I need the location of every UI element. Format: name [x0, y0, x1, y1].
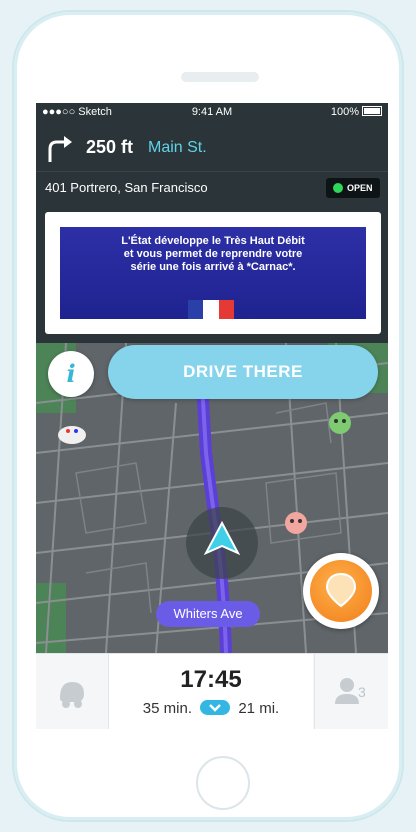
battery-icon: [362, 106, 382, 116]
trip-duration: 35 min.: [142, 700, 192, 717]
current-street-label: Whiters Ave: [156, 601, 260, 627]
battery-indicator: 100%: [331, 106, 382, 118]
report-icon: [310, 560, 372, 622]
destination-bar: 401 Portrero, San Francisco OPEN: [36, 171, 388, 204]
eta-time: 17:45: [180, 666, 242, 693]
battery-label: 100%: [330, 106, 359, 118]
open-dot-icon: [333, 183, 343, 193]
turn-instruction-bar[interactable]: 250 ft Main St.: [36, 121, 388, 171]
nearby-users-button[interactable]: 3: [314, 654, 388, 729]
trip-distance: 21 mi.: [238, 700, 280, 717]
wazer-menu-icon: [60, 682, 84, 708]
turn-distance: 250 ft: [86, 137, 134, 157]
user-icon: [335, 678, 359, 704]
bottom-bar: 17:45 35 min. 21 mi. 3: [36, 653, 388, 729]
ad-banner[interactable]: L'État développe le Très Haut Débit et v…: [60, 227, 366, 319]
turn-right-arrow-icon: [48, 136, 72, 162]
ad-card[interactable]: L'État développe le Très Haut Débit et v…: [45, 212, 381, 334]
info-button[interactable]: i: [48, 351, 94, 397]
status-bar: ●●●○○ Sketch 9:41 AM 100%: [36, 103, 388, 121]
ad-line-3: série une fois arrivé à *Carnac*.: [130, 261, 296, 273]
app-screen: ●●●○○ Sketch 9:41 AM 100% 250 ft Main St…: [36, 103, 388, 729]
destination-address: 401 Portrero, San Francisco: [45, 180, 208, 195]
ad-line-2: et vous permet de reprendre votre: [123, 248, 303, 260]
drive-there-button[interactable]: DRIVE THERE: [108, 345, 378, 399]
eta-panel[interactable]: 17:45 35 min. 21 mi.: [109, 654, 313, 729]
turn-street: Main St.: [148, 139, 207, 156]
open-status-badge: OPEN: [326, 178, 380, 198]
trip-summary: 35 min. 21 mi.: [109, 700, 313, 717]
report-button[interactable]: [303, 553, 379, 629]
home-button[interactable]: [196, 756, 250, 810]
phone-speaker: [181, 72, 259, 82]
wazer-green-icon: [329, 412, 351, 434]
ad-text: L'État développe le Très Haut Débit et v…: [60, 235, 366, 274]
chevron-down-icon[interactable]: [200, 700, 231, 715]
republic-logo-icon: [188, 300, 234, 319]
menu-button[interactable]: [36, 654, 109, 729]
nearby-users-count: 3: [358, 684, 366, 700]
ad-line-1: L'État développe le Très Haut Débit: [121, 235, 305, 247]
wazer-pink-icon: [285, 512, 307, 534]
police-car-icon: [58, 426, 86, 444]
open-status-label: OPEN: [347, 183, 373, 193]
